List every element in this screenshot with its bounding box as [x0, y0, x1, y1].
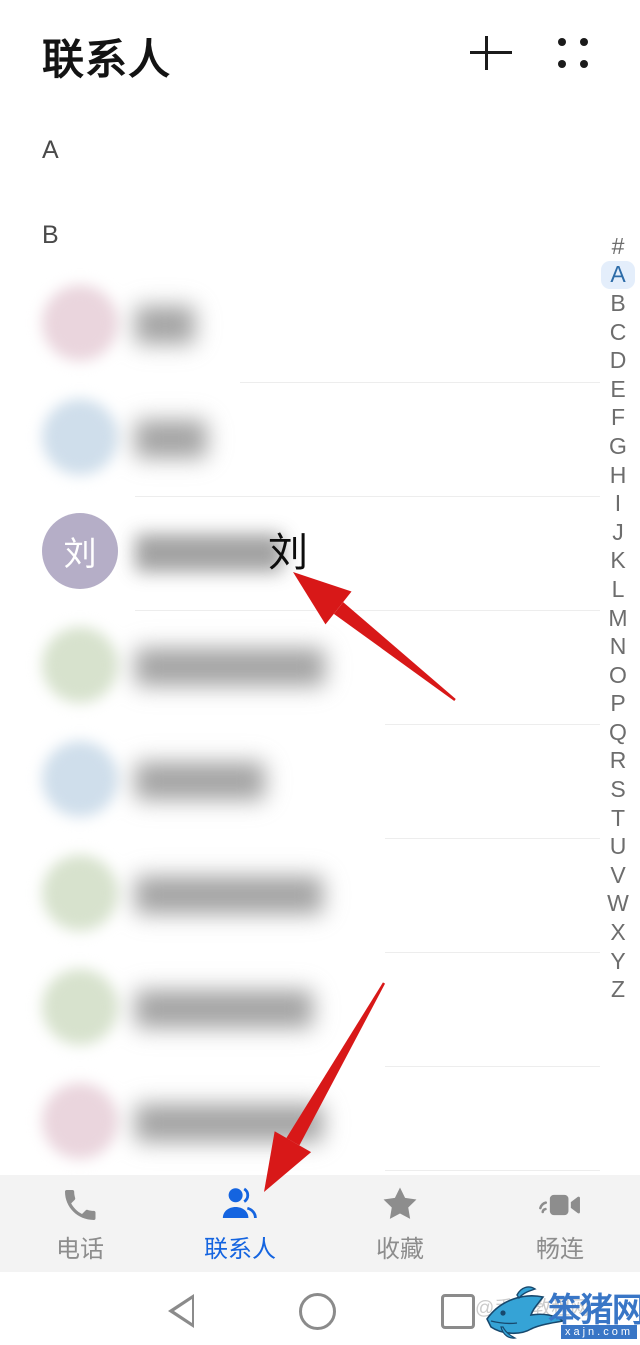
index-letter-y[interactable]: Y	[601, 947, 635, 976]
index-letter-q[interactable]: Q	[601, 718, 635, 747]
star-icon	[377, 1183, 423, 1225]
watermark-title: 笨猪网	[548, 1291, 640, 1328]
back-triangle-icon[interactable]	[168, 1294, 194, 1328]
tab-label: 收藏	[376, 1236, 424, 1263]
contact-row[interactable]	[0, 1066, 600, 1180]
tab-label: 畅连	[536, 1236, 584, 1263]
contact-row[interactable]	[0, 838, 600, 952]
more-options-button[interactable]	[553, 30, 599, 76]
index-letter-w[interactable]: W	[601, 890, 635, 919]
index-letter-p[interactable]: P	[601, 690, 635, 719]
recents-square-icon[interactable]	[441, 1294, 475, 1329]
avatar	[42, 741, 118, 817]
index-letter-c[interactable]: C	[601, 318, 635, 347]
index-letter-hash[interactable]: #	[601, 232, 635, 261]
watermark-url: xajn.com	[561, 1325, 638, 1339]
avatar	[42, 285, 118, 361]
grid-dots-icon	[580, 38, 588, 46]
avatar: 刘	[42, 513, 118, 589]
tab-star[interactable]: 收藏	[320, 1175, 480, 1272]
avatar	[42, 1083, 118, 1159]
contact-name-redacted	[135, 648, 325, 686]
section-header-b: B	[42, 221, 59, 249]
avatar	[42, 969, 118, 1045]
page-title: 联系人	[42, 36, 172, 83]
avatar	[42, 855, 118, 931]
index-letter-b[interactable]: B	[601, 289, 635, 318]
contact-row[interactable]	[0, 952, 600, 1066]
contact-row[interactable]	[0, 382, 600, 496]
contact-row[interactable]	[0, 610, 600, 724]
avatar	[42, 399, 118, 475]
phone-icon	[57, 1183, 103, 1225]
contact-name-redacted	[135, 534, 283, 572]
index-letter-r[interactable]: R	[601, 747, 635, 776]
index-letter-d[interactable]: D	[601, 346, 635, 375]
index-letter-n[interactable]: N	[601, 632, 635, 661]
index-letter-o[interactable]: O	[601, 661, 635, 690]
index-letter-v[interactable]: V	[601, 861, 635, 890]
bottom-tab-bar: 电话 联系人 收藏 畅连	[0, 1175, 640, 1272]
contact-name-redacted	[135, 876, 323, 914]
index-letter-m[interactable]: M	[601, 604, 635, 633]
index-letter-j[interactable]: J	[601, 518, 635, 547]
grid-dots-icon	[580, 60, 588, 68]
contact-name-redacted	[135, 306, 195, 344]
contact-row[interactable]	[0, 724, 600, 838]
index-letter-s[interactable]: S	[601, 775, 635, 804]
contact-name-visible: 刘	[268, 531, 308, 575]
contact-row[interactable]: 刘刘	[0, 496, 600, 610]
index-letter-g[interactable]: G	[601, 432, 635, 461]
index-letter-i[interactable]: I	[601, 489, 635, 518]
index-letter-e[interactable]: E	[601, 375, 635, 404]
plus-icon-vertical	[485, 36, 488, 70]
contact-name-redacted	[135, 990, 313, 1028]
grid-dots-icon	[558, 38, 566, 46]
alphabet-index-bar[interactable]: # A B C D E F G H I J K L M N O P Q R S T U V W X Y Z	[596, 232, 640, 1004]
home-circle-icon[interactable]	[299, 1293, 336, 1330]
index-letter-z[interactable]: Z	[601, 975, 635, 1004]
index-letter-f[interactable]: F	[601, 404, 635, 433]
contact-name-redacted	[135, 1104, 323, 1142]
index-letter-x[interactable]: X	[601, 918, 635, 947]
contact-name-redacted	[135, 420, 207, 458]
person-contacts-icon	[217, 1183, 263, 1225]
phone-screen: 联系人 AB刘刘 # A B C D E F G H I J K L M N O P Q R S T U V W X Y Z 电话 …	[0, 0, 640, 1345]
index-letter-k[interactable]: K	[601, 547, 635, 576]
index-letter-l[interactable]: L	[601, 575, 635, 604]
app-header: 联系人	[0, 0, 640, 110]
tab-phone[interactable]: 电话	[0, 1175, 160, 1272]
index-letter-a[interactable]: A	[601, 260, 635, 290]
site-watermark: @手机教程网 笨猪网 xajn.com	[475, 1281, 640, 1343]
tab-label: 电话	[56, 1236, 104, 1263]
tab-label: 联系人	[204, 1236, 276, 1263]
tab-video-call[interactable]: 畅连	[480, 1175, 640, 1272]
plus-icon	[470, 51, 512, 54]
tab-person-contacts[interactable]: 联系人	[160, 1175, 320, 1272]
list-divider	[385, 1170, 600, 1171]
contact-list[interactable]: AB刘刘	[0, 110, 640, 1175]
index-letter-t[interactable]: T	[601, 804, 635, 833]
contact-row[interactable]	[0, 268, 600, 382]
contact-name-redacted	[135, 762, 265, 800]
index-letter-u[interactable]: U	[601, 832, 635, 861]
section-header-a: A	[42, 136, 59, 164]
grid-dots-icon	[558, 60, 566, 68]
add-contact-button[interactable]	[466, 28, 516, 78]
video-call-icon	[537, 1183, 583, 1225]
index-letter-h[interactable]: H	[601, 461, 635, 490]
avatar	[42, 627, 118, 703]
